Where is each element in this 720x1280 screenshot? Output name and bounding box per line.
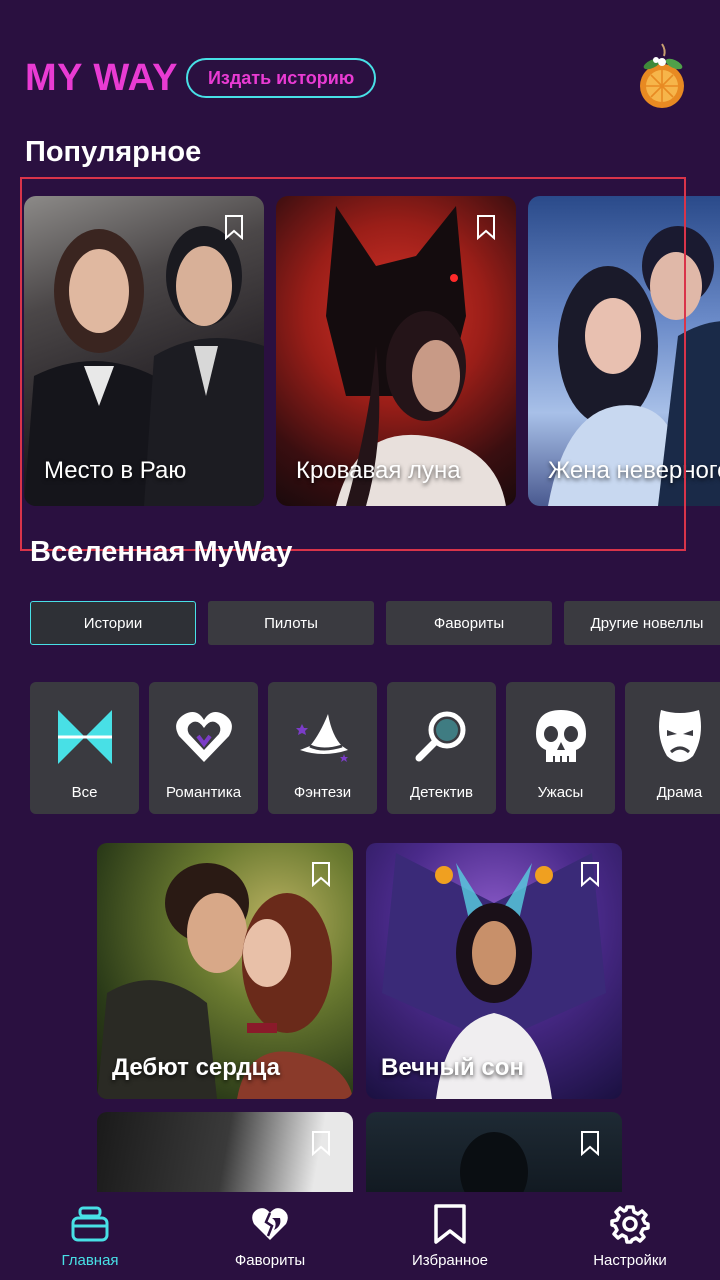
home-stack-icon bbox=[71, 1206, 109, 1242]
nav-label: Фавориты bbox=[234, 1252, 306, 1269]
bookmark-icon[interactable] bbox=[580, 861, 600, 887]
publish-story-button[interactable]: Издать историю bbox=[185, 58, 377, 98]
nav-home[interactable]: Главная bbox=[0, 1192, 180, 1280]
broken-heart-icon bbox=[252, 1208, 288, 1240]
genre-all[interactable]: Все bbox=[30, 682, 139, 814]
popular-carousel[interactable]: Место в Раю Кровавая луна Жена неверного… bbox=[24, 196, 720, 506]
card-title: Дебют сердца bbox=[112, 1054, 280, 1081]
genre-fantasy[interactable]: Фэнтези bbox=[268, 682, 377, 814]
genre-romance[interactable]: Романтика bbox=[149, 682, 258, 814]
genre-label: Фэнтези bbox=[293, 784, 352, 801]
bookmark-icon[interactable] bbox=[580, 1130, 600, 1156]
bookmark-icon[interactable] bbox=[224, 214, 244, 240]
nav-label: Главная bbox=[61, 1252, 119, 1269]
gear-icon bbox=[610, 1205, 650, 1244]
skull-icon bbox=[535, 710, 586, 762]
popular-card[interactable]: Жена неверного ректора bbox=[528, 196, 720, 506]
story-card[interactable] bbox=[97, 1112, 353, 1192]
story-card[interactable]: Вечный сон bbox=[366, 843, 622, 1099]
genre-horror[interactable]: Ужасы bbox=[506, 682, 615, 814]
tab-favorites[interactable]: Фавориты bbox=[386, 601, 552, 645]
genre-list: Все Романтика Фэнтези Детектив Ужасы Дра… bbox=[30, 682, 720, 814]
app-logo: MY WAY bbox=[25, 56, 178, 99]
wizard-hat-icon bbox=[295, 714, 348, 762]
nav-label: Настройки bbox=[593, 1252, 667, 1269]
bookmark-icon[interactable] bbox=[311, 1130, 331, 1156]
story-card[interactable] bbox=[366, 1112, 622, 1192]
nav-bookmarks[interactable]: Избранное bbox=[360, 1192, 540, 1280]
card-title: Кровавая луна bbox=[296, 457, 461, 484]
bookmark-icon[interactable] bbox=[311, 861, 331, 887]
genre-label: Драма bbox=[656, 784, 703, 801]
myway-logo-icon bbox=[57, 710, 112, 764]
popular-heading: Популярное bbox=[25, 136, 202, 168]
card-title: Место в Раю bbox=[44, 457, 187, 484]
bookmark-icon[interactable] bbox=[476, 214, 496, 240]
genre-label: Ужасы bbox=[537, 784, 584, 801]
card-title: Вечный сон bbox=[381, 1054, 524, 1081]
tab-other-novels[interactable]: Другие новеллы bbox=[564, 601, 720, 645]
bottom-nav: Главная Фавориты Избранное Настройки bbox=[0, 1192, 720, 1280]
genre-label: Все bbox=[71, 784, 98, 801]
ornament-icon[interactable] bbox=[632, 42, 696, 114]
nav-favorites[interactable]: Фавориты bbox=[180, 1192, 360, 1280]
popular-card[interactable]: Место в Раю bbox=[24, 196, 264, 506]
theater-mask-icon bbox=[658, 710, 701, 762]
popular-card[interactable]: Кровавая луна bbox=[276, 196, 516, 506]
nav-label: Избранное bbox=[411, 1252, 489, 1269]
heart-icon bbox=[175, 712, 232, 762]
nav-settings[interactable]: Настройки bbox=[540, 1192, 720, 1280]
story-card[interactable]: Дебют сердца bbox=[97, 843, 353, 1099]
story-tabs: Истории Пилоты Фавориты Другие новеллы bbox=[30, 601, 720, 645]
magnifier-icon bbox=[415, 711, 465, 762]
genre-detective[interactable]: Детектив bbox=[387, 682, 496, 814]
genre-label: Детектив bbox=[410, 784, 473, 801]
app-header: MY WAY Издать историю bbox=[25, 55, 377, 101]
bookmark-icon bbox=[434, 1204, 466, 1244]
tab-pilots[interactable]: Пилоты bbox=[208, 601, 374, 645]
genre-label: Романтика bbox=[165, 784, 242, 801]
tab-stories[interactable]: Истории bbox=[30, 601, 196, 645]
universe-heading: Вселенная MyWay bbox=[30, 536, 293, 568]
card-title: Жена неверного ректора bbox=[548, 457, 720, 484]
genre-drama[interactable]: Драма bbox=[625, 682, 720, 814]
